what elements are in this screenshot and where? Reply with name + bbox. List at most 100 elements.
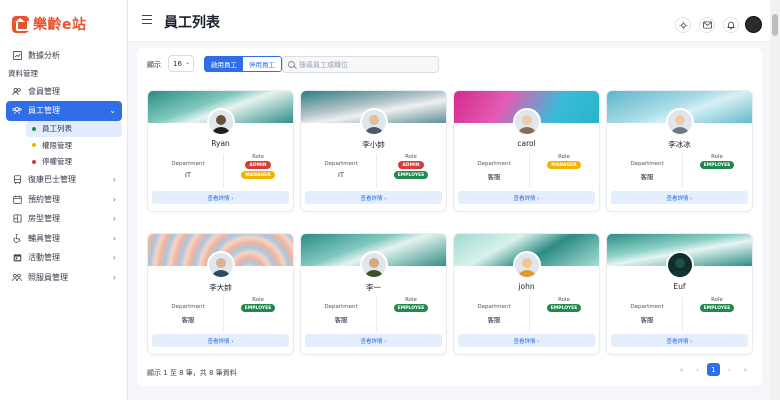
- card-divider: [223, 297, 224, 331]
- view-details-button[interactable]: 查看詳情 ›: [305, 191, 442, 204]
- sidebar-item-label: 照服員管理: [28, 272, 68, 282]
- role-badge: EMPLOYEE: [240, 304, 276, 312]
- sidebar-item[interactable]: 數據分析: [0, 46, 128, 66]
- sidebar-item-label: 活動管理: [28, 253, 60, 263]
- card-divider: [529, 154, 530, 188]
- view-details-button[interactable]: 查看詳情 ›: [152, 191, 289, 204]
- sidebar-subitem[interactable]: 員工列表: [26, 120, 122, 137]
- view-details-button[interactable]: 查看詳情 ›: [611, 191, 748, 204]
- employee-card: carol Department 客服 Role MANAGER 查看詳情 ›: [453, 90, 600, 212]
- sidebar-item[interactable]: 照服員管理 ›: [0, 268, 128, 288]
- employee-card: 李一 Department 客服 Role EMPLOYEE 查看詳情 ›: [300, 233, 447, 355]
- department-value: 客服: [487, 316, 501, 324]
- department-value: IT: [185, 171, 191, 179]
- department-label: Department: [477, 304, 511, 310]
- chevron-right-icon: ›: [112, 194, 116, 204]
- prev-page-button[interactable]: ‹: [691, 363, 704, 376]
- employee-name: carol: [517, 139, 536, 148]
- sidebar-item[interactable]: 復康巴士管理 ›: [0, 170, 128, 190]
- view-details-button[interactable]: 查看詳情 ›: [458, 334, 595, 347]
- chevron-down-icon: ⌄: [184, 59, 190, 66]
- last-page-button[interactable]: »: [739, 363, 752, 376]
- page-scrollbar[interactable]: [770, 0, 780, 400]
- theme-toggle-icon[interactable]: [675, 17, 691, 33]
- first-page-button[interactable]: «: [675, 363, 688, 376]
- active-employees-tab[interactable]: 啟用員工: [205, 57, 243, 71]
- view-details-button[interactable]: 查看詳情 ›: [611, 334, 748, 347]
- bell-icon[interactable]: [723, 17, 739, 33]
- view-details-button[interactable]: 查看詳情 ›: [305, 334, 442, 347]
- sidebar-item[interactable]: 會員管理: [0, 82, 128, 102]
- sidebar-item-label: 員工管理: [28, 106, 60, 116]
- pagination-summary: 顯示 1 至 8 筆，共 8 筆資料: [147, 369, 237, 377]
- sidebar-item[interactable]: 預約管理 ›: [0, 190, 128, 210]
- hamburger-menu-icon[interactable]: [142, 15, 152, 25]
- role-label: Role: [405, 297, 417, 303]
- user-avatar[interactable]: [745, 16, 762, 33]
- search-input[interactable]: 搜尋員工或職位: [282, 56, 439, 73]
- sidebar-section-label: 資料管理: [8, 69, 38, 78]
- employee-name: 李冰冰: [668, 140, 691, 149]
- role-badges: EMPLOYEE: [534, 304, 594, 312]
- card-divider: [223, 154, 224, 188]
- card-divider: [529, 297, 530, 331]
- pagination: « ‹ 1 › »: [675, 363, 752, 376]
- employee-card: Euf Department 客服 Role EMPLOYEE 查看詳情 ›: [606, 233, 753, 355]
- status-dot-icon: [32, 159, 36, 164]
- mail-icon[interactable]: [699, 17, 715, 33]
- role-label: Role: [252, 154, 264, 160]
- view-details-button[interactable]: 查看詳情 ›: [152, 334, 289, 347]
- chevron-right-icon: ›: [112, 233, 116, 243]
- role-label: Role: [711, 154, 723, 160]
- sidebar-subitem-label: 員工列表: [42, 124, 72, 134]
- department-value: 客服: [640, 173, 654, 181]
- sidebar-subitem[interactable]: 權限管理: [0, 137, 128, 154]
- role-badge: EMPLOYEE: [393, 304, 429, 312]
- employee-name: Ryan: [211, 139, 230, 148]
- scrollbar-thumb[interactable]: [772, 14, 778, 36]
- employee-avatar: [513, 108, 541, 136]
- employee-card: john Department 客服 Role EMPLOYEE 查看詳情 ›: [453, 233, 600, 355]
- sidebar-item[interactable]: 員工管理 ⌄: [6, 101, 122, 121]
- card-divider: [682, 154, 683, 188]
- per-page-select[interactable]: 16 ⌄: [168, 55, 194, 72]
- sidebar-subitem[interactable]: 停權管理: [0, 154, 128, 171]
- role-badges: ADMIN EMPLOYEE: [381, 161, 441, 179]
- sidebar-item-label: 房型管理: [28, 214, 60, 224]
- chevron-right-icon: ›: [112, 175, 116, 184]
- house-logo-icon: [12, 15, 29, 33]
- room-icon: [12, 214, 22, 224]
- app-logo[interactable]: 樂齡e站: [12, 14, 87, 34]
- next-page-button[interactable]: ›: [723, 363, 736, 376]
- team-icon: [12, 106, 22, 116]
- inactive-employees-tab[interactable]: 停用員工: [243, 57, 281, 71]
- role-badge: EMPLOYEE: [699, 304, 735, 312]
- sidebar-item[interactable]: 房型管理 ›: [0, 209, 128, 229]
- role-label: Role: [405, 154, 417, 160]
- employee-avatar: [513, 251, 541, 279]
- employee-avatar: [207, 108, 235, 136]
- chevron-down-icon: ⌄: [109, 106, 116, 115]
- per-page-label: 顯示: [147, 61, 161, 69]
- role-label: Role: [558, 297, 570, 303]
- page-button[interactable]: 1: [707, 363, 720, 376]
- page-title: 員工列表: [164, 15, 220, 31]
- sidebar-subitem-label: 權限管理: [42, 140, 72, 150]
- sidebar-item-label: 輔具管理: [28, 233, 60, 243]
- sidebar-item-label: 復康巴士管理: [28, 175, 76, 185]
- role-badges: EMPLOYEE: [687, 304, 747, 312]
- caregiver-icon: [12, 272, 22, 282]
- sidebar-item[interactable]: 活動管理 ›: [0, 248, 128, 268]
- department-value: 客服: [181, 316, 195, 324]
- department-label: Department: [171, 161, 205, 167]
- sidebar-item[interactable]: 輔具管理 ›: [0, 229, 128, 249]
- role-badges: ADMIN MANAGER: [228, 161, 288, 179]
- app-logo-text: 樂齡e站: [33, 17, 87, 33]
- view-details-button[interactable]: 查看詳情 ›: [458, 191, 595, 204]
- chart-icon: [12, 51, 22, 61]
- employee-avatar: [207, 251, 235, 279]
- chevron-right-icon: ›: [112, 253, 116, 262]
- employee-name: john: [518, 282, 535, 291]
- department-label: Department: [630, 161, 664, 167]
- search-icon: [288, 61, 295, 68]
